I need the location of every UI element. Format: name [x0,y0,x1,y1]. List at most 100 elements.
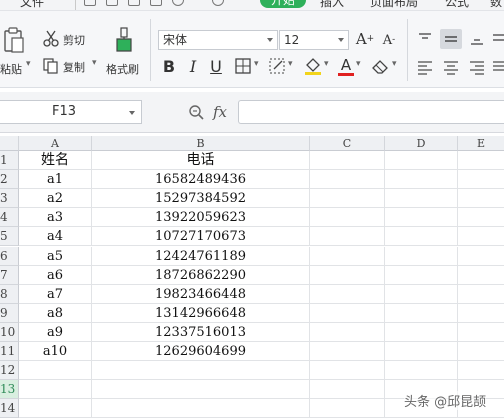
table-cell[interactable]: 姓名 [19,151,92,171]
table-cell[interactable] [19,399,92,419]
cut-label[interactable]: 剪切 [63,32,85,48]
align-middle-icon[interactable] [440,29,462,49]
format-painter-icon[interactable] [113,27,135,55]
table-cell[interactable] [92,380,310,400]
eraser-icon[interactable] [370,57,392,75]
table-cell[interactable]: a4 [19,227,92,247]
column-header-e[interactable]: E [458,136,504,151]
row-header[interactable]: 13 [0,380,19,400]
row-header[interactable]: 9 [0,303,19,323]
column-header-c[interactable]: C [310,136,385,151]
table-cell[interactable]: 电话 [92,151,310,171]
table-cell[interactable] [458,247,504,266]
row-header[interactable]: 3 [0,189,19,209]
column-header-b[interactable]: B [92,136,310,151]
chevron-down-icon[interactable]: ▾ [392,59,397,69]
tab-home[interactable]: 开始 [260,0,306,8]
table-cell[interactable] [310,151,385,171]
column-header-d[interactable]: D [385,136,458,151]
align-top-icon[interactable] [416,31,434,47]
table-cell[interactable] [458,170,504,190]
row-header[interactable]: 1 [0,151,19,171]
table-cell[interactable]: 13142966648 [92,303,310,323]
print-preview-icon[interactable] [150,0,162,6]
table-cell[interactable] [310,265,385,285]
tab-formulas[interactable]: 公式 [445,0,469,10]
table-cell[interactable]: 12424761189 [92,246,310,266]
table-cell[interactable]: a7 [19,284,92,304]
fill-pattern-icon[interactable] [268,57,288,75]
row-header[interactable]: 8 [0,284,19,304]
table-cell[interactable] [310,399,385,419]
table-cell[interactable]: a6 [19,265,92,285]
function-fx-icon[interactable]: fx [213,103,227,121]
copy-label[interactable]: 复制 [63,59,85,75]
fill-color-icon[interactable] [302,56,324,76]
justify-icon[interactable] [492,59,504,75]
tab-page-layout[interactable]: 页面布局 [370,0,418,10]
table-cell[interactable]: a9 [19,322,92,342]
chevron-down-icon[interactable]: ▾ [356,59,361,69]
table-cell[interactable] [385,303,458,323]
tab-data[interactable]: 数 [490,0,502,10]
table-cell[interactable] [310,170,385,190]
table-cell[interactable] [19,361,92,381]
table-cell[interactable] [458,266,504,285]
bold-button[interactable]: B [160,56,178,76]
row-header[interactable]: 14 [0,399,19,419]
italic-button[interactable]: I [186,56,200,76]
spreadsheet-grid[interactable]: A B C D E 1 姓名 电话 2 a1 16582489436 3 a2 15297384… [0,136,504,420]
copy-icon[interactable] [42,57,60,75]
table-cell[interactable]: 13922059623 [92,208,310,228]
table-cell[interactable] [385,265,458,285]
row-header[interactable]: 7 [0,265,19,285]
table-cell[interactable]: 19823466448 [92,284,310,304]
formula-input[interactable] [238,100,504,124]
table-cell[interactable]: 10727170673 [92,227,310,247]
borders-icon[interactable] [234,57,254,75]
wrap-text-icon[interactable] [492,31,504,47]
table-cell[interactable] [458,227,504,247]
row-header[interactable]: 12 [0,361,19,381]
table-cell[interactable] [385,151,458,171]
table-cell[interactable]: a5 [19,246,92,266]
table-cell[interactable] [385,342,458,362]
row-header[interactable]: 10 [0,322,19,342]
table-cell[interactable] [385,322,458,342]
copy-dropdown-icon[interactable]: ▾ [92,58,97,68]
table-cell[interactable] [385,208,458,228]
increase-font-button[interactable]: A + [356,29,374,49]
row-header[interactable]: 11 [0,342,19,362]
redo-icon[interactable] [212,0,224,6]
table-cell[interactable] [310,189,385,209]
table-cell[interactable] [385,189,458,209]
decrease-font-button[interactable]: A- [380,31,398,49]
table-cell[interactable] [458,342,504,362]
table-cell[interactable]: a10 [19,342,92,362]
table-cell[interactable]: a3 [19,208,92,228]
font-color-button[interactable]: A [337,55,355,77]
table-cell[interactable] [310,246,385,266]
table-cell[interactable] [385,246,458,266]
align-bottom-icon[interactable] [468,31,486,47]
table-cell[interactable]: a2 [19,189,92,209]
export-pdf-icon[interactable] [106,0,118,6]
column-header-a[interactable]: A [19,136,92,151]
paste-icon[interactable] [2,27,26,55]
table-cell[interactable] [310,361,385,381]
scissors-icon[interactable] [42,30,60,48]
font-name-select[interactable]: 宋体 [158,30,278,50]
table-cell[interactable] [310,380,385,400]
table-cell[interactable] [310,303,385,323]
table-cell[interactable] [310,284,385,304]
table-cell[interactable] [385,170,458,190]
undo-icon[interactable] [172,0,184,6]
chevron-down-icon[interactable]: ▾ [254,59,259,69]
table-cell[interactable] [92,361,310,381]
table-cell[interactable]: 15297384592 [92,189,310,209]
table-cell[interactable] [310,208,385,228]
tab-insert[interactable]: 插入 [320,0,344,10]
table-cell[interactable]: 18726862290 [92,265,310,285]
row-header[interactable]: 4 [0,208,19,228]
name-box[interactable]: F13 [0,100,142,124]
